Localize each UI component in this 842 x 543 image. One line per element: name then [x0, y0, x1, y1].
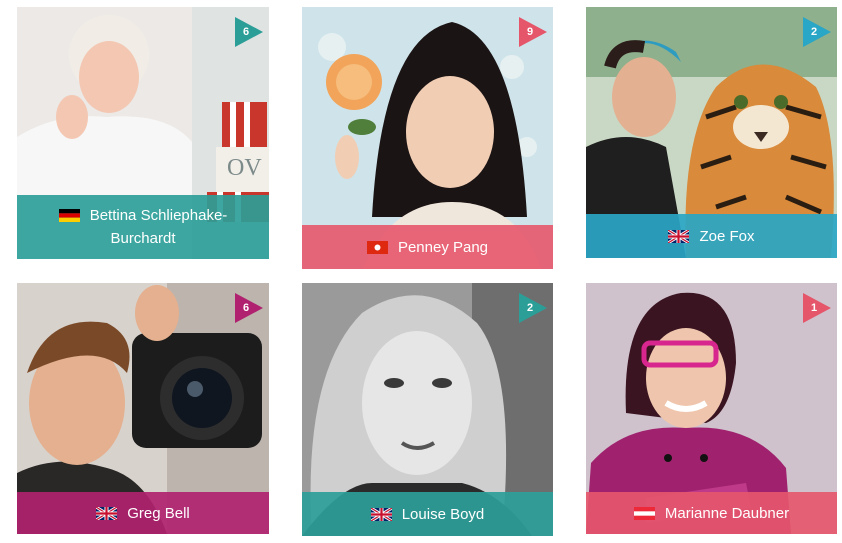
tutorial-count-badge: 6 — [235, 17, 263, 47]
uk-flag-icon — [96, 506, 118, 520]
artist-caption: Penney Pang — [302, 225, 553, 269]
artist-card-marianne-daubner[interactable]: 1 Marianne Daubner — [586, 283, 837, 534]
tutorial-count-badge: 9 — [519, 17, 547, 47]
artist-name[interactable]: Bettina Schliephake-Burchardt — [90, 207, 228, 247]
tutorial-count-badge: 2 — [803, 17, 831, 47]
artist-name[interactable]: Louise Boyd — [402, 506, 485, 523]
artist-card-bettina-schliephake-burchardt[interactable]: OV 6 Bettina Schliephake-Burchardt — [17, 7, 269, 259]
artist-name[interactable]: Marianne Daubner — [665, 505, 789, 522]
tutorial-count-badge: 2 — [519, 293, 547, 323]
tutorial-count-badge: 1 — [803, 293, 831, 323]
germany-flag-icon — [58, 209, 80, 222]
artist-card-louise-boyd[interactable]: 2 Louise Boyd — [302, 283, 553, 536]
artist-name[interactable]: Penney Pang — [398, 239, 488, 256]
svg-text:OV: OV — [227, 155, 262, 181]
artist-card-greg-bell[interactable]: 6 Greg Bell — [17, 283, 269, 534]
artist-caption: Marianne Daubner — [586, 492, 837, 534]
artist-caption: Greg Bell — [17, 492, 269, 534]
artist-caption: Louise Boyd — [302, 492, 553, 536]
artist-card-penney-pang[interactable]: 9 Penney Pang — [302, 7, 553, 269]
artist-name[interactable]: Greg Bell — [127, 505, 190, 522]
uk-flag-icon — [370, 507, 392, 521]
artist-name[interactable]: Zoe Fox — [699, 228, 754, 245]
uk-flag-icon — [668, 229, 690, 243]
tutorial-count-badge: 6 — [235, 293, 263, 323]
austria-flag-icon — [633, 506, 655, 520]
artist-card-zoe-fox[interactable]: 2 Zoe Fox — [586, 7, 837, 258]
artist-caption: Bettina Schliephake-Burchardt — [17, 195, 269, 259]
hong-kong-flag-icon — [366, 240, 388, 254]
artist-caption: Zoe Fox — [586, 214, 837, 258]
